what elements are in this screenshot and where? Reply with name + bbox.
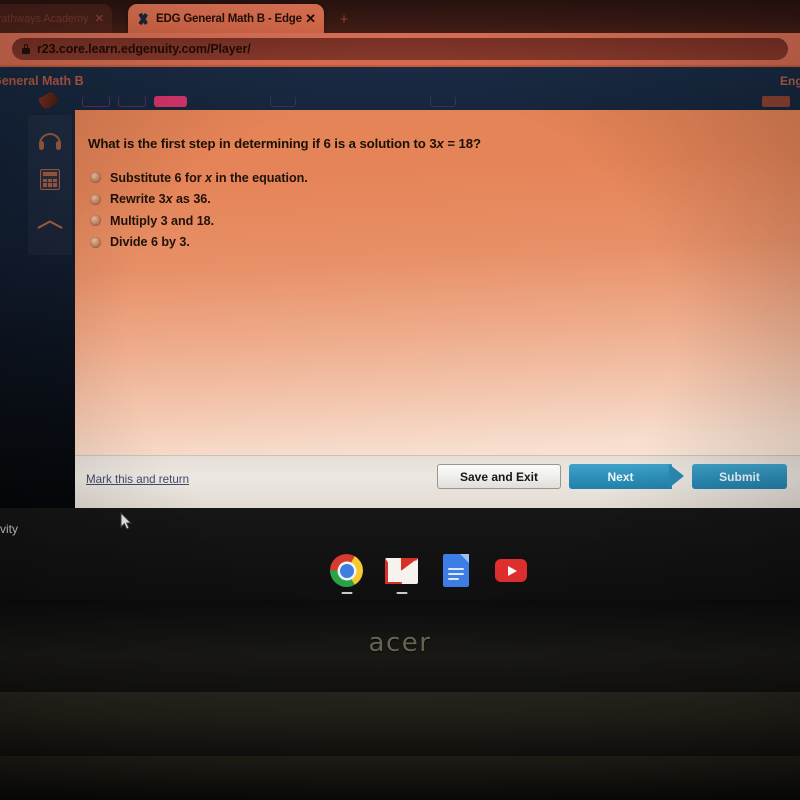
edgenuity-x-favicon-icon (136, 12, 150, 26)
browser-toolbar: r23.core.learn.edgenuity.com/Player/ (0, 33, 800, 65)
browser-tab-active[interactable]: EDG General Math B - Edgenuity ✕ (128, 4, 324, 33)
browser-tab-title: Pathways Academy W (0, 12, 91, 25)
answer-choice-c[interactable]: Multiply 3 and 18. (90, 210, 710, 231)
question-prompt: What is the first step in determining if… (88, 136, 748, 151)
radio-button[interactable] (90, 172, 101, 183)
answer-choice-label: Rewrite 3x as 36. (110, 192, 211, 206)
next-button-label: Next (607, 469, 634, 484)
next-button[interactable]: Next (569, 464, 684, 489)
shelf-item-chrome[interactable] (330, 554, 364, 594)
new-tab-icon[interactable]: + (336, 12, 352, 28)
shelf-item-docs[interactable] (440, 554, 474, 588)
close-icon[interactable]: ✕ (95, 12, 104, 25)
header-tool-4[interactable] (430, 96, 456, 107)
headphones-icon[interactable] (36, 127, 64, 155)
mark-and-return-link[interactable]: Mark this and return (86, 473, 189, 486)
laptop-body-lower (0, 756, 800, 800)
tool-rail (28, 115, 72, 255)
radio-button[interactable] (90, 193, 101, 205)
calculator-icon[interactable] (36, 165, 64, 193)
running-indicator (341, 592, 353, 594)
answer-choice-a[interactable]: Substitute 6 for x in the equation. (90, 167, 710, 188)
lock-icon (22, 44, 30, 54)
activity-label: tivity (0, 522, 18, 536)
google-docs-icon[interactable] (443, 554, 469, 587)
browser-tab-strip: Pathways Academy W ✕ EDG General Math B … (0, 0, 800, 33)
chrome-icon[interactable] (330, 554, 363, 587)
question-footer: Mark this and return Save and Exit Next … (75, 455, 800, 508)
shelf-item-gmail[interactable] (385, 554, 419, 594)
chevron-up-icon[interactable] (36, 205, 64, 233)
equation-variable: x (436, 136, 444, 151)
equation-rest: = 18? (443, 136, 481, 151)
answer-choice-label: Substitute 6 for x in the equation. (110, 170, 308, 185)
question-card: What is the first step in determining if… (75, 110, 800, 508)
header-tool-2[interactable] (118, 96, 146, 107)
header-tool-active[interactable] (154, 96, 187, 107)
acer-brand-logo: acer (368, 628, 432, 658)
youtube-icon[interactable] (495, 559, 527, 582)
browser-tab-title: EDG General Math B - Edgenuity (156, 12, 302, 25)
mouse-cursor-icon (120, 512, 133, 531)
save-and-exit-button[interactable]: Save and Exit (437, 464, 561, 489)
laptop-photo: Pathways Academy W ✕ EDG General Math B … (0, 0, 800, 800)
answer-choice-d[interactable]: Divide 6 by 3. (90, 232, 710, 253)
radio-button[interactable] (90, 215, 101, 226)
laptop-body-upper (0, 694, 800, 756)
url-text: r23.core.learn.edgenuity.com/Player/ (37, 42, 251, 56)
header-tool-right[interactable] (762, 96, 790, 107)
chromeos-shelf (330, 550, 545, 594)
answer-choice-b[interactable]: Rewrite 3x as 36. (90, 189, 710, 210)
radio-button[interactable] (90, 236, 101, 248)
pen-highlighter-icon[interactable] (37, 90, 60, 111)
equation-coefficient: 3 (429, 136, 437, 151)
arrow-right-icon (669, 464, 684, 488)
header-tool-1[interactable] (82, 96, 110, 107)
gmail-icon[interactable] (385, 558, 418, 584)
submit-button[interactable]: Submit (692, 464, 787, 489)
address-bar[interactable]: r23.core.learn.edgenuity.com/Player/ (12, 38, 788, 60)
course-title: General Math B (0, 74, 84, 88)
answer-choice-label: Multiply 3 and 18. (110, 213, 215, 228)
language-label: Engl (780, 74, 800, 88)
shelf-item-youtube[interactable] (495, 554, 529, 588)
header-tool-3[interactable] (270, 96, 296, 107)
running-indicator (396, 592, 408, 594)
answer-choice-list: Substitute 6 for x in the equation. Rewr… (90, 167, 710, 253)
answer-choice-label: Divide 6 by 3. (110, 235, 190, 249)
chromebook-screen: Pathways Academy W ✕ EDG General Math B … (0, 0, 800, 600)
browser-tab-inactive[interactable]: Pathways Academy W ✕ (0, 4, 112, 33)
close-icon[interactable]: ✕ (305, 11, 316, 27)
question-prompt-text: What is the first step in determining if… (88, 136, 430, 151)
